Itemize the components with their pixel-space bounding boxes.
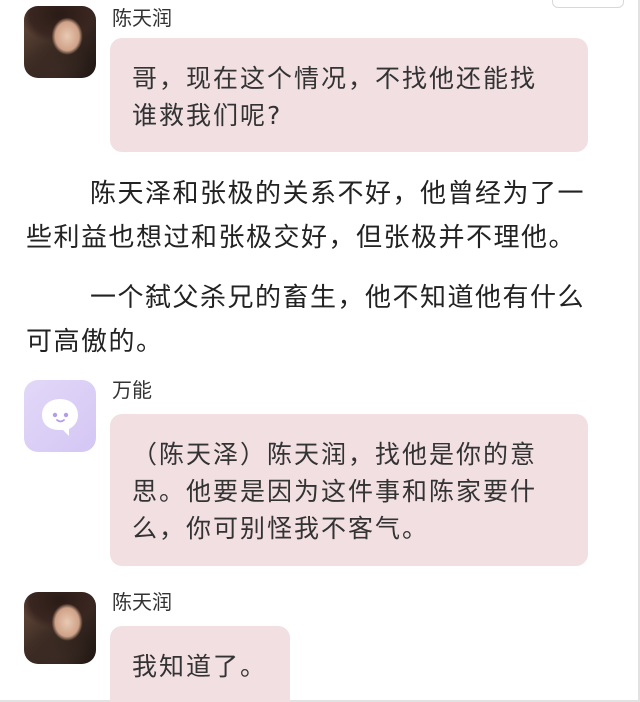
narration-paragraph: 陈天泽和张极的关系不好，他曾经为了一 些利益也想过和张极交好，但张极并不理他。 — [26, 172, 616, 260]
avatar-chen-tianrun[interactable] — [24, 592, 96, 664]
narration-line: 一个弑父杀兄的畜生，他不知道他有什么 — [90, 283, 586, 313]
message-bubble: 我知道了。 — [110, 626, 290, 702]
message-line: （陈天泽）陈天润，找他是你的意 — [132, 440, 538, 469]
narration-line: 些利益也想过和张极交好，但张极并不理他。 — [26, 223, 577, 253]
sender-name: 万能 — [112, 378, 152, 402]
message-bubble: 哥，现在这个情况，不找他还能找 谁救我们呢? — [110, 38, 588, 152]
message-line: 我知道了。 — [132, 652, 268, 681]
message-line: 么，你可别怪我不客气。 — [132, 514, 430, 543]
avatar-chen-tianrun[interactable] — [24, 6, 96, 78]
message-line: 哥，现在这个情况，不找他还能找 — [132, 64, 538, 93]
message-line: 思。他要是因为这件事和陈家要什 — [132, 477, 538, 506]
window-tab — [552, 0, 624, 8]
narration-paragraph: 一个弑父杀兄的畜生，他不知道他有什么 可高傲的。 — [26, 276, 616, 364]
message-line: 谁救我们呢? — [132, 101, 283, 130]
narration-line: 可高傲的。 — [26, 327, 164, 357]
sender-name: 陈天润 — [112, 590, 172, 614]
narration-line: 陈天泽和张极的关系不好，他曾经为了一 — [90, 179, 586, 209]
message-bubble: （陈天泽）陈天润，找他是你的意 思。他要是因为这件事和陈家要什 么，你可别怪我不… — [110, 414, 588, 566]
avatar-wanneng[interactable] — [24, 380, 96, 452]
chat-bubble-bot-icon — [42, 399, 78, 436]
sender-name: 陈天润 — [112, 6, 172, 30]
